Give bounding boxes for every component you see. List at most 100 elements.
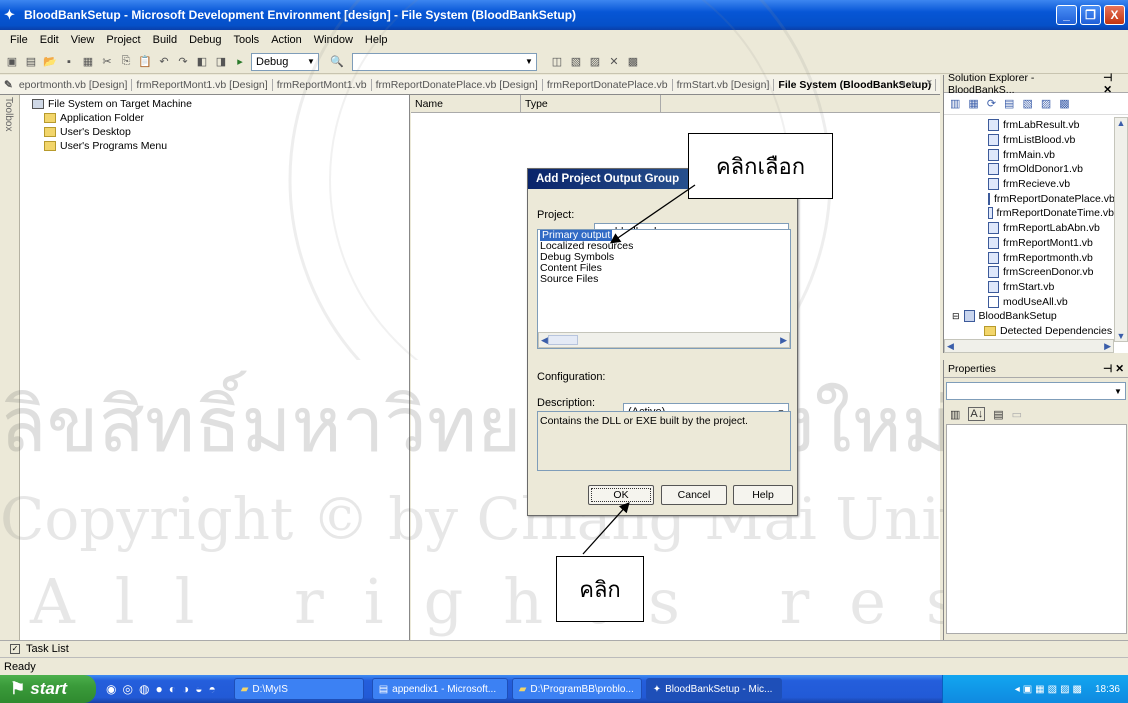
tray-icons[interactable]: ◂▣▦▧▨▩ <box>1015 684 1085 695</box>
taskbar-item-label: BloodBankSetup - Mic... <box>665 683 773 695</box>
close-button[interactable]: X <box>1104 5 1125 25</box>
paste-icon[interactable]: 📋 <box>137 53 153 71</box>
scroll-up-icon[interactable]: ▲ <box>1117 118 1126 128</box>
show-all-files-icon[interactable]: ▤ <box>1004 97 1014 110</box>
taskbar-item-label: D:\MyIS <box>252 683 288 695</box>
save-icon[interactable]: ▪ <box>61 53 77 71</box>
close-document-icon[interactable]: × <box>926 77 932 89</box>
help-button[interactable]: Help <box>733 485 793 505</box>
menu-edit[interactable]: Edit <box>40 34 59 46</box>
menu-project[interactable]: Project <box>106 34 140 46</box>
toolbox-side-tab[interactable]: Toolbox <box>0 95 20 640</box>
project-label: Project: <box>537 209 575 221</box>
toolbox-pin-icon[interactable]: ✎ <box>0 79 15 91</box>
new-project-icon[interactable]: ▣ <box>4 53 20 71</box>
sol-item-frmlabresult[interactable]: frmLabResult.vb <box>988 118 1114 133</box>
properties-icon[interactable]: ▤ <box>993 408 1003 421</box>
taskbar-item-myis[interactable]: ▰ D:\MyIS <box>233 678 364 700</box>
cut-icon[interactable]: ✂ <box>99 53 115 71</box>
collapse-icon[interactable]: ⊟ <box>952 311 960 322</box>
quick-launch-icon[interactable]: ◉ <box>106 682 116 696</box>
sol-item-label: frmOldDonor1.vb <box>1003 163 1083 176</box>
sol-item-frmreportlababn[interactable]: frmReportLabAbn.vb <box>988 221 1114 236</box>
sol-item-frmrecieve[interactable]: frmRecieve.vb <box>988 177 1114 192</box>
menu-build[interactable]: Build <box>153 34 177 46</box>
add-item-icon[interactable]: ▤ <box>23 53 39 71</box>
sol-item-frmreportmonth[interactable]: frmReportmonth.vb <box>988 250 1114 265</box>
task-list-tab[interactable]: ✓ Task List <box>0 640 1128 657</box>
scroll-left-icon[interactable]: ◀ <box>947 341 954 352</box>
sol-project-bloodbanksetup[interactable]: ⊟ BloodBankSetup <box>944 309 1128 324</box>
quick-launch-icon[interactable]: ◓ <box>208 682 215 696</box>
view-designer-icon[interactable]: ▦ <box>968 97 978 110</box>
sol-item-frmolddonor1[interactable]: frmOldDonor1.vb <box>988 162 1114 177</box>
taskbar-item-appendix[interactable]: ▤ appendix1 - Microsoft... <box>371 678 508 700</box>
vb-form-icon <box>988 119 999 132</box>
maximize-button[interactable]: ❐ <box>1080 5 1101 25</box>
sol-item-frmmain[interactable]: frmMain.vb <box>988 147 1114 162</box>
ok-button[interactable]: OK <box>588 485 654 505</box>
property-grid[interactable] <box>946 424 1127 634</box>
open-icon[interactable]: 📂 <box>42 53 58 71</box>
copy-icon[interactable]: ⎘ <box>118 53 134 71</box>
sol-item-frmreportdonatetime[interactable]: frmReportDonateTime.vb <box>988 206 1114 221</box>
scroll-left-icon[interactable]: ◀ <box>541 335 548 346</box>
property-pages-icon[interactable]: ▭ <box>1012 408 1022 421</box>
undo-icon[interactable]: ↶ <box>156 53 172 71</box>
sol-item-frmreportdonateplace[interactable]: frmReportDonatePlace.vb <box>988 191 1114 206</box>
output-list[interactable]: Primary output Localized resources Debug… <box>537 229 791 349</box>
view-code-icon[interactable]: ▥ <box>950 97 960 110</box>
scroll-right-icon[interactable]: ▶ <box>780 335 787 346</box>
clock: 18:36 <box>1094 683 1120 695</box>
taskbar-item-bloodbanksetup[interactable]: ✦ BloodBankSetup - Mic... <box>645 678 782 700</box>
pin-close-icons[interactable]: ⊣ ✕ <box>1103 363 1124 375</box>
quick-launch-icon[interactable]: ● <box>155 682 162 696</box>
quick-launch-icon[interactable]: ◒ <box>195 682 202 696</box>
scroll-down-icon[interactable]: ▼ <box>1117 331 1126 341</box>
start-button[interactable]: ⚑ start <box>0 675 96 703</box>
scroll-right-icon[interactable]: ▶ <box>1104 341 1111 352</box>
sol-item-modeuseall[interactable]: modUseAll.vb <box>988 294 1114 309</box>
quick-launch-icon[interactable]: ◎ <box>122 682 132 696</box>
navigate-forward-icon[interactable]: ◨ <box>213 53 229 71</box>
vb-module-icon <box>988 295 999 308</box>
categorized-icon[interactable]: ▥ <box>950 408 960 421</box>
refresh-icon[interactable]: ⟳ <box>987 97 996 110</box>
menu-view[interactable]: View <box>71 34 95 46</box>
file-types-icon[interactable]: ▩ <box>1059 97 1069 110</box>
pin-close-icons[interactable]: ⊣ ✕ <box>1103 72 1124 96</box>
taskbar-item-programbb[interactable]: ▰ D:\ProgramBB\problo... <box>511 678 642 700</box>
folder-icon: ▰ <box>240 683 249 695</box>
tab-scroll-right-icon[interactable]: ▸ <box>912 78 917 89</box>
sol-item-frmscreendonor[interactable]: frmScreenDonor.vb <box>988 265 1114 280</box>
start-debug-icon[interactable]: ▸ <box>232 53 248 71</box>
sol-item-frmstart[interactable]: frmStart.vb <box>988 280 1114 295</box>
menu-debug[interactable]: Debug <box>189 34 221 46</box>
navigate-back-icon[interactable]: ◧ <box>194 53 210 71</box>
menu-file[interactable]: File <box>10 34 28 46</box>
list-item[interactable]: Source Files <box>538 274 790 285</box>
output-list-scrollbar[interactable]: ◀ ▶ <box>538 332 790 348</box>
sol-item-frmreportmont1[interactable]: frmReportMont1.vb <box>988 236 1114 251</box>
quick-launch-icon[interactable]: ◍ <box>139 682 149 696</box>
solution-explorer-vscroll[interactable]: ▲ ▼ <box>1114 117 1128 342</box>
tab-scroll-left-icon[interactable]: ◂ <box>900 78 905 89</box>
quick-launch-icon[interactable]: ◐ <box>169 682 176 696</box>
sol-item-frmlistblood[interactable]: frmListBlood.vb <box>988 133 1114 148</box>
quick-launch-icon[interactable]: ◑ <box>182 682 189 696</box>
properties-object-dropdown[interactable]: ▼ <box>946 382 1126 400</box>
save-all-icon[interactable]: ▦ <box>80 53 96 71</box>
tab-reportmont1-design[interactable]: frmReportMont1.vb [Design] <box>132 78 273 91</box>
tab-reportmonth-design[interactable]: eportmonth.vb [Design] <box>15 78 133 91</box>
menu-tools[interactable]: Tools <box>234 34 260 46</box>
callout-select: คลิกเลือก <box>688 133 833 199</box>
properties-icon[interactable]: ▧ <box>1022 97 1032 110</box>
cancel-button[interactable]: Cancel <box>661 485 727 505</box>
scroll-thumb[interactable] <box>547 335 578 345</box>
solution-explorer-hscroll[interactable]: ◀ ▶ <box>944 339 1114 353</box>
redo-icon[interactable]: ↷ <box>175 53 191 71</box>
sol-item-detected-dependencies[interactable]: Detected Dependencies <box>944 324 1128 339</box>
copy-project-icon[interactable]: ▨ <box>1041 97 1051 110</box>
minimize-button[interactable]: _ <box>1056 5 1077 25</box>
alphabetical-icon[interactable]: A↓ <box>968 407 986 421</box>
